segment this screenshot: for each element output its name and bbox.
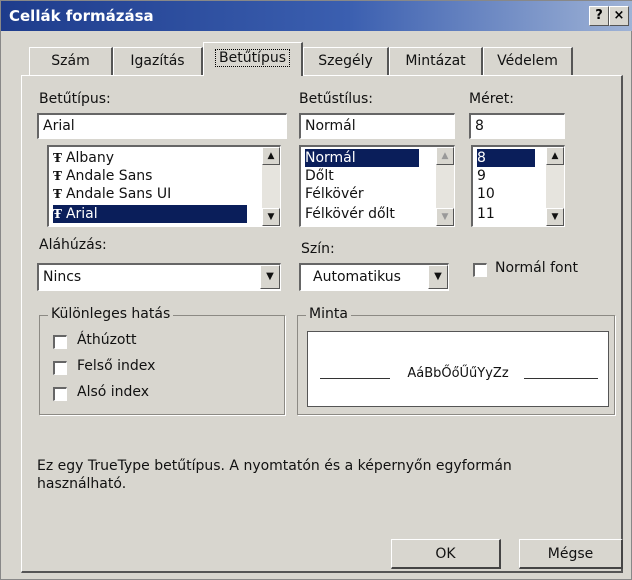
superscript-checkbox[interactable] bbox=[53, 361, 67, 375]
list-item-selected[interactable]: Ŧ Arial bbox=[53, 205, 247, 223]
tab-mintazat[interactable]: Mintázat bbox=[389, 47, 483, 75]
scroll-down-icon[interactable]: ▼ bbox=[436, 208, 454, 226]
list-item[interactable]: 9 bbox=[477, 167, 490, 185]
color-label: Szín: bbox=[301, 241, 335, 257]
style-list-scrollbar[interactable]: ▲ ▼ bbox=[436, 147, 454, 226]
list-item[interactable]: Ŧ Andale Sans bbox=[53, 167, 156, 185]
font-label: Betűtípus: bbox=[39, 91, 111, 107]
list-item-selected[interactable]: Normál bbox=[305, 149, 419, 167]
size-label: Méret: bbox=[469, 91, 514, 107]
font-list[interactable]: Ŧ Albany Ŧ Andale Sans Ŧ Andale Sans UI Ŧ Ar… bbox=[47, 145, 281, 227]
tab-igazitas[interactable]: Igazítás bbox=[113, 47, 203, 75]
dropdown-arrow-icon[interactable]: ▼ bbox=[260, 265, 280, 289]
effects-group: Különleges hatás bbox=[39, 306, 285, 415]
help-button[interactable]: ? bbox=[589, 6, 609, 26]
truetype-icon: Ŧ bbox=[53, 187, 62, 201]
style-list[interactable]: Normál Dőlt Félkövér Félkövér dőlt ▲ ▼ bbox=[299, 145, 455, 227]
list-item[interactable]: Ŧ Andale Sans UI bbox=[53, 185, 175, 203]
truetype-icon: Ŧ bbox=[53, 169, 62, 183]
color-select[interactable]: Automatikus ▼ bbox=[299, 263, 449, 291]
info-text: Ez egy TrueType betűtípus. A nyomtatón é… bbox=[37, 458, 512, 492]
effects-group-title: Különleges hatás bbox=[48, 306, 174, 322]
size-list[interactable]: 8 9 10 11 ▲ ▼ bbox=[471, 145, 565, 227]
font-input[interactable]: Arial bbox=[37, 113, 287, 139]
dialog-title: Cellák formázása bbox=[9, 7, 154, 25]
list-item[interactable]: 10 bbox=[477, 185, 499, 203]
subscript-checkbox[interactable] bbox=[53, 387, 67, 401]
scroll-up-icon[interactable]: ▲ bbox=[262, 147, 280, 165]
scroll-down-icon[interactable]: ▼ bbox=[262, 208, 280, 226]
list-item[interactable]: Ŧ Albany bbox=[53, 149, 118, 167]
list-item[interactable]: Félkövér bbox=[305, 185, 368, 203]
size-list-scrollbar[interactable]: ▲ ▼ bbox=[546, 147, 564, 226]
preview-box: AáBbŐőŰűYyZz bbox=[307, 331, 609, 407]
strikethrough-label: Áthúzott bbox=[77, 332, 137, 348]
style-label: Betűstílus: bbox=[299, 91, 374, 107]
subscript-label: Alsó index bbox=[77, 384, 150, 400]
normal-font-checkbox[interactable] bbox=[473, 263, 487, 277]
tab-label: Szám bbox=[51, 53, 90, 69]
truetype-icon: Ŧ bbox=[53, 207, 62, 221]
format-cells-dialog: Cellák formázása ? × Szám Igazítás Betűt… bbox=[0, 0, 632, 580]
list-item[interactable]: Félkövér dőlt bbox=[305, 205, 399, 223]
size-input[interactable]: 8 bbox=[469, 113, 565, 139]
underline-value: Nincs bbox=[43, 269, 82, 285]
close-button[interactable]: × bbox=[609, 6, 629, 26]
dropdown-arrow-icon[interactable]: ▼ bbox=[428, 265, 448, 289]
preview-group-title: Minta bbox=[306, 306, 351, 322]
tab-label: Mintázat bbox=[405, 53, 466, 69]
list-item-label: Albany bbox=[65, 150, 115, 166]
list-item-label: Andale Sans bbox=[65, 168, 153, 184]
strikethrough-checkbox[interactable] bbox=[53, 335, 67, 349]
tab-label: Betűtípus bbox=[214, 49, 290, 67]
ok-button[interactable]: OK bbox=[391, 539, 501, 569]
underline-select[interactable]: Nincs ▼ bbox=[37, 263, 281, 291]
title-bar: Cellák formázása ? × bbox=[1, 1, 632, 31]
normal-font-label: Normál font bbox=[495, 260, 578, 276]
scroll-up-icon[interactable]: ▲ bbox=[546, 147, 564, 165]
underline-label: Aláhúzás: bbox=[39, 237, 107, 253]
truetype-icon: Ŧ bbox=[53, 151, 62, 165]
tab-szam[interactable]: Szám bbox=[29, 47, 113, 75]
list-item-label: Arial bbox=[65, 206, 98, 222]
list-item-label: Andale Sans UI bbox=[65, 186, 172, 202]
tab-label: Védelem bbox=[497, 53, 558, 69]
cancel-button[interactable]: Mégse bbox=[519, 539, 623, 569]
superscript-label: Felső index bbox=[77, 358, 156, 374]
tab-label: Szegély bbox=[318, 53, 373, 69]
style-input[interactable]: Normál bbox=[299, 113, 455, 139]
color-value: Automatikus bbox=[313, 269, 401, 285]
tab-betutipus[interactable]: Betűtípus bbox=[203, 42, 303, 76]
scroll-down-icon[interactable]: ▼ bbox=[546, 208, 564, 226]
list-item-selected[interactable]: 8 bbox=[477, 149, 535, 167]
tab-vedelem[interactable]: Védelem bbox=[483, 47, 573, 75]
list-item[interactable]: Dőlt bbox=[305, 167, 338, 185]
font-list-scrollbar[interactable]: ▲ ▼ bbox=[262, 147, 280, 226]
tab-szegely[interactable]: Szegély bbox=[303, 47, 389, 75]
tab-label: Igazítás bbox=[130, 53, 185, 69]
scroll-up-icon[interactable]: ▲ bbox=[436, 147, 454, 165]
preview-baseline-right bbox=[524, 378, 598, 379]
list-item[interactable]: 11 bbox=[477, 205, 499, 223]
